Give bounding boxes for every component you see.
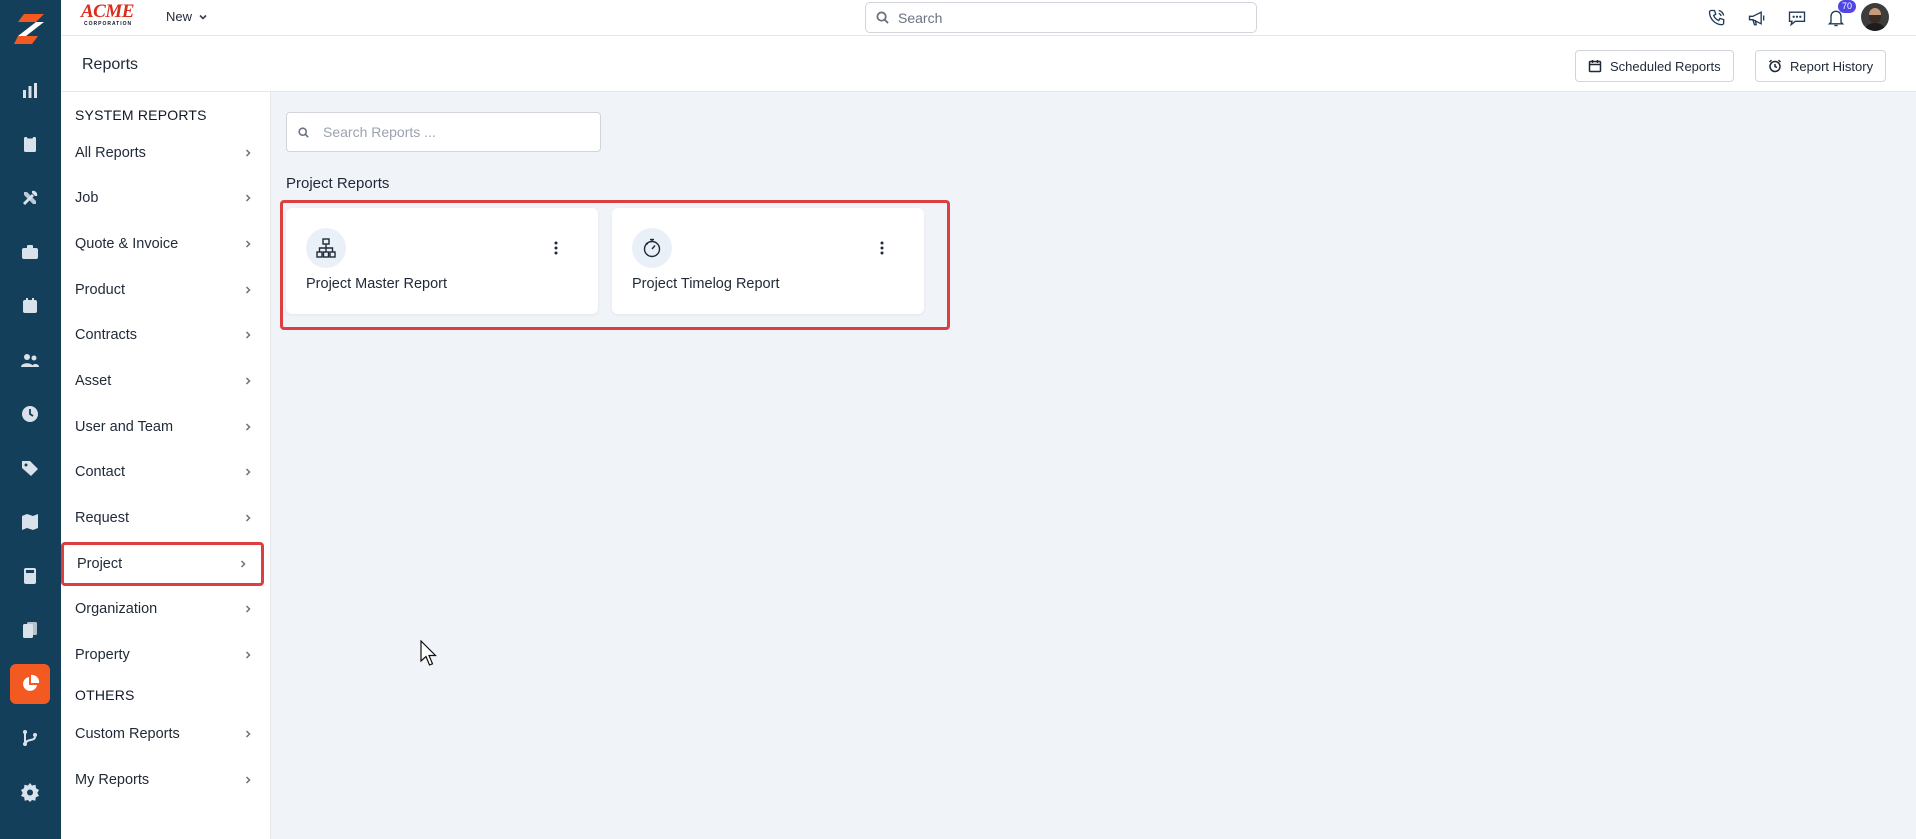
brand-name: ACME xyxy=(81,1,134,22)
search-icon xyxy=(876,11,889,24)
sidebar-item-label: Organization xyxy=(75,601,158,617)
page-header: Reports Scheduled Reports Report History xyxy=(61,36,1916,92)
megaphone-icon[interactable] xyxy=(1745,6,1769,30)
sidebar-item-label: Job xyxy=(75,190,99,206)
sidebar-item-label: Product xyxy=(75,282,125,298)
sidebar-item-label: My Reports xyxy=(75,772,150,788)
sidebar-item-product[interactable]: Product xyxy=(61,268,266,312)
sidebar-item-contact[interactable]: Contact xyxy=(61,450,266,494)
rail-briefcase-icon[interactable] xyxy=(10,232,50,272)
rail-reports-icon[interactable] xyxy=(10,664,50,704)
chevron-right-icon xyxy=(245,423,251,431)
chat-icon[interactable] xyxy=(1785,6,1809,30)
rail-clock-icon[interactable] xyxy=(10,394,50,434)
sidebar-item-quote-invoice[interactable]: Quote & Invoice xyxy=(61,222,266,266)
card-menu-icon[interactable] xyxy=(548,238,564,258)
rail-tools-icon[interactable] xyxy=(10,178,50,218)
chevron-right-icon xyxy=(245,776,251,784)
chevron-right-icon xyxy=(245,194,251,202)
new-button-label: New xyxy=(166,9,193,24)
sidebar-item-label: Contact xyxy=(75,464,125,480)
chevron-right-icon xyxy=(245,651,251,659)
page-title: Reports xyxy=(82,56,139,73)
card-menu-icon[interactable] xyxy=(874,238,890,258)
sidebar-item-job[interactable]: Job xyxy=(61,176,266,220)
rail-map-icon[interactable] xyxy=(10,502,50,542)
rail-tag-icon[interactable] xyxy=(10,448,50,488)
notification-badge: 70 xyxy=(1837,0,1856,13)
chevron-right-icon xyxy=(245,286,251,294)
rail-dashboard-icon[interactable] xyxy=(10,70,50,110)
report-card-title: Project Master Report xyxy=(306,276,448,292)
sidebar-item-label: Custom Reports xyxy=(75,726,180,742)
report-search[interactable] xyxy=(286,112,601,152)
app-logo-icon[interactable] xyxy=(10,8,50,48)
chevron-right-icon xyxy=(245,240,251,248)
mouse-cursor-icon xyxy=(420,640,437,666)
report-card-project-master[interactable]: Project Master Report xyxy=(286,208,598,314)
report-categories-sidebar: SYSTEM REPORTS All Reports Job Quote & I… xyxy=(61,92,271,839)
left-rail xyxy=(0,0,61,839)
sidebar-item-label: Contracts xyxy=(75,327,138,343)
chevron-right-icon xyxy=(245,730,251,738)
search-icon xyxy=(298,126,309,138)
rail-documents-icon[interactable] xyxy=(10,610,50,650)
sidebar-item-label: Asset xyxy=(75,373,112,389)
chevron-right-icon xyxy=(240,560,246,568)
chevron-right-icon xyxy=(245,514,251,522)
sidebar-item-label: Project xyxy=(77,556,123,572)
phone-icon[interactable] xyxy=(1705,6,1729,30)
sidebar-item-organization[interactable]: Organization xyxy=(61,587,266,631)
sidebar-item-all-reports[interactable]: All Reports xyxy=(61,131,266,175)
bell-icon[interactable]: 70 xyxy=(1824,0,1856,30)
global-search-input[interactable] xyxy=(898,9,1228,26)
sidebar-item-property[interactable]: Property xyxy=(61,633,266,677)
report-card-project-timelog[interactable]: Project Timelog Report xyxy=(612,208,924,314)
sidebar-item-my-reports[interactable]: My Reports xyxy=(61,758,266,802)
sidebar-item-label: Request xyxy=(75,510,130,526)
sidebar-item-contracts[interactable]: Contracts xyxy=(61,313,266,357)
avatar[interactable] xyxy=(1861,3,1889,31)
global-search[interactable] xyxy=(865,2,1257,33)
sidebar-item-custom-reports[interactable]: Custom Reports xyxy=(61,712,266,756)
system-reports-heading: SYSTEM REPORTS xyxy=(75,107,207,123)
brand-logo[interactable]: ACME CORPORATION xyxy=(81,1,143,31)
sidebar-item-label: Quote & Invoice xyxy=(75,236,179,252)
others-heading: OTHERS xyxy=(75,687,135,703)
timer-icon xyxy=(632,228,672,268)
rail-jobs-icon[interactable] xyxy=(10,124,50,164)
sidebar-item-label: User and Team xyxy=(75,419,174,435)
top-bar: ACME CORPORATION New 70 xyxy=(61,0,1916,36)
scheduled-reports-label: Scheduled Reports xyxy=(1610,58,1721,74)
rail-calendar-icon[interactable] xyxy=(10,286,50,326)
rail-calculator-icon[interactable] xyxy=(10,556,50,596)
sidebar-item-asset[interactable]: Asset xyxy=(61,359,266,403)
chevron-down-icon xyxy=(199,14,207,20)
brand-sub: CORPORATION xyxy=(84,21,133,27)
sitemap-icon xyxy=(306,228,346,268)
report-card-title: Project Timelog Report xyxy=(632,276,780,292)
new-button[interactable]: New xyxy=(166,9,208,24)
chevron-right-icon xyxy=(245,149,251,157)
chevron-right-icon xyxy=(245,377,251,385)
sidebar-item-label: Property xyxy=(75,647,130,663)
rail-settings-icon[interactable] xyxy=(10,772,50,812)
report-history-button[interactable]: Report History xyxy=(1755,50,1887,82)
sidebar-item-project[interactable]: Project xyxy=(61,542,264,586)
rail-workflow-icon[interactable] xyxy=(10,718,50,758)
chevron-right-icon xyxy=(245,605,251,613)
calendar-icon xyxy=(1588,60,1602,73)
sidebar-item-user-and-team[interactable]: User and Team xyxy=(61,405,266,449)
alarm-clock-icon xyxy=(1768,59,1782,73)
scheduled-reports-button[interactable]: Scheduled Reports xyxy=(1575,50,1734,82)
chevron-right-icon xyxy=(245,468,251,476)
chevron-right-icon xyxy=(245,331,251,339)
project-reports-heading: Project Reports xyxy=(286,175,390,192)
report-search-input[interactable] xyxy=(323,124,583,140)
rail-users-icon[interactable] xyxy=(10,340,50,380)
sidebar-item-label: All Reports xyxy=(75,145,146,161)
report-history-label: Report History xyxy=(1790,58,1874,74)
sidebar-item-request[interactable]: Request xyxy=(61,496,266,540)
